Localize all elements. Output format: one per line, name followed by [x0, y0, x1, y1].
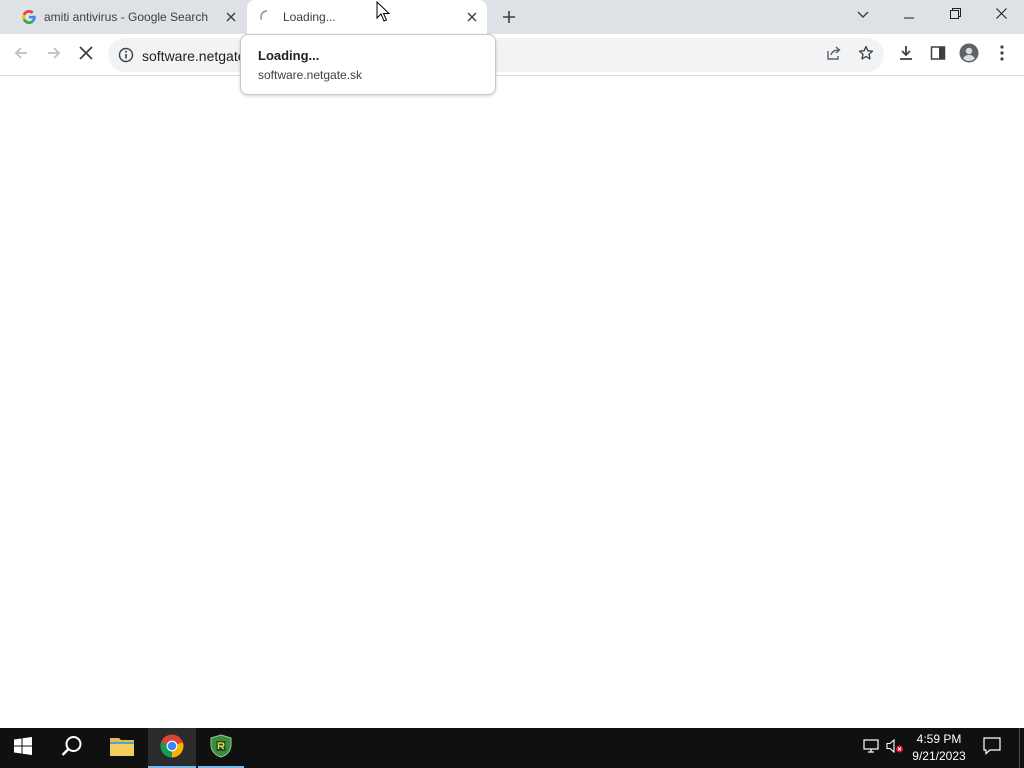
- close-window-button[interactable]: [978, 0, 1024, 30]
- hover-card-domain: software.netgate.sk: [258, 68, 363, 82]
- taskbar-file-explorer[interactable]: [98, 728, 146, 768]
- side-panel-icon: [930, 45, 946, 66]
- back-icon: [13, 45, 29, 66]
- download-icon: [898, 45, 914, 66]
- network-icon: [863, 738, 879, 758]
- close-icon: [995, 6, 1007, 24]
- chevron-down-icon: [857, 6, 869, 24]
- forward-button[interactable]: [38, 39, 70, 71]
- side-panel-button[interactable]: [922, 39, 954, 71]
- tray-network[interactable]: [860, 728, 882, 768]
- tab-title: Loading...: [283, 10, 336, 24]
- file-explorer-icon: [110, 736, 134, 761]
- back-button[interactable]: [5, 39, 37, 71]
- restore-button[interactable]: [932, 0, 978, 30]
- taskbar-search-button[interactable]: [48, 728, 96, 768]
- share-button[interactable]: [819, 40, 849, 70]
- clock-date: 9/21/2023: [912, 749, 966, 763]
- stop-icon: [79, 45, 93, 65]
- hover-card-title: Loading...: [258, 48, 320, 63]
- tray-volume[interactable]: [884, 728, 906, 768]
- bookmark-button[interactable]: [851, 40, 881, 70]
- windows-start-icon: [14, 736, 32, 760]
- restore-icon: [949, 6, 961, 24]
- tab-search-button[interactable]: [840, 0, 886, 30]
- chrome-icon: [160, 734, 184, 763]
- downloads-button[interactable]: [890, 39, 922, 71]
- google-g-icon: [21, 9, 37, 25]
- address-bar-url[interactable]: software.netgate: [142, 48, 246, 64]
- tab-google-search[interactable]: amiti antivirus - Google Search: [8, 0, 246, 34]
- taskbar-clock[interactable]: 4:59 PM 9/21/2023: [906, 731, 972, 765]
- info-icon[interactable]: [118, 47, 134, 63]
- close-icon[interactable]: [222, 8, 240, 26]
- forward-icon: [46, 45, 62, 66]
- share-icon: [826, 45, 842, 66]
- antivirus-shield-icon: [210, 733, 232, 763]
- mouse-cursor-icon: [376, 0, 391, 23]
- profile-icon: [959, 43, 979, 68]
- minimize-button[interactable]: [886, 0, 932, 30]
- profile-button[interactable]: [953, 39, 985, 71]
- taskbar: 4:59 PM 9/21/2023: [0, 728, 1024, 768]
- page-content: [0, 77, 1024, 728]
- close-icon[interactable]: [463, 8, 481, 26]
- star-icon: [858, 45, 874, 66]
- browser-window: amiti antivirus - Google Search Loading.…: [0, 0, 1024, 728]
- tab-title: amiti antivirus - Google Search: [44, 10, 209, 24]
- loading-spinner-icon: [259, 9, 275, 25]
- tab-strip: amiti antivirus - Google Search Loading.…: [0, 0, 1024, 34]
- start-button[interactable]: [0, 728, 46, 768]
- volume-muted-icon: [886, 738, 904, 759]
- tab-hover-card: Loading... software.netgate.sk: [240, 34, 496, 95]
- taskbar-antivirus[interactable]: [198, 728, 244, 768]
- minimize-icon: [904, 6, 914, 24]
- action-center-button[interactable]: [978, 728, 1006, 768]
- show-desktop-button[interactable]: [1019, 728, 1024, 768]
- taskbar-chrome[interactable]: [148, 728, 196, 768]
- new-tab-button[interactable]: [498, 6, 520, 28]
- address-bar[interactable]: software.netgate: [108, 38, 884, 72]
- clock-time: 4:59 PM: [916, 732, 962, 746]
- browser-toolbar: software.netgate: [0, 34, 1024, 76]
- menu-icon: [1000, 44, 1004, 66]
- tab-loading[interactable]: Loading...: [247, 0, 487, 34]
- stop-button[interactable]: [70, 39, 102, 71]
- search-icon: [61, 735, 83, 762]
- notification-icon: [983, 736, 1001, 760]
- menu-button[interactable]: [986, 39, 1018, 71]
